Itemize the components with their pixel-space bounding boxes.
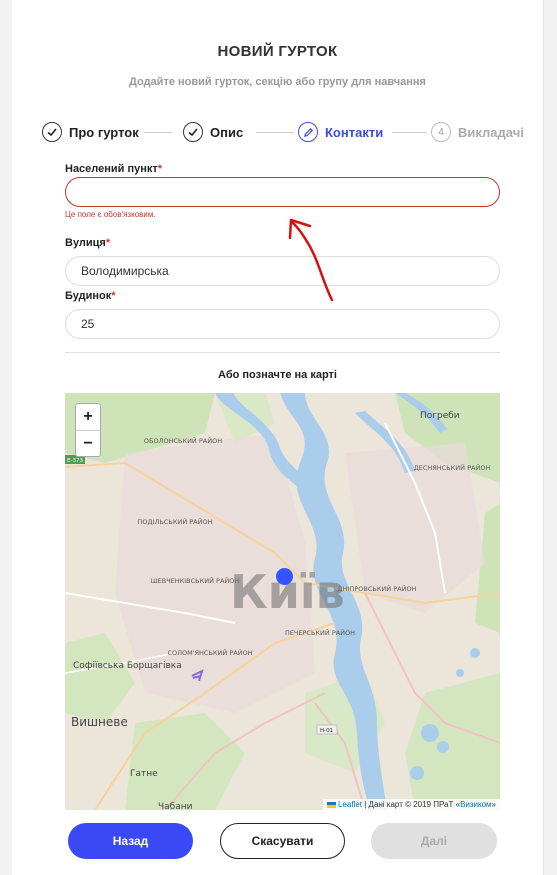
map-caption: Або позначте на карті [218,369,337,381]
step-connector [256,132,294,133]
street-label-text: Вулиця [65,237,106,249]
locality-label-text: Населений пункт [65,163,158,175]
ukraine-flag-icon [326,801,336,808]
map-label-solomyan: СОЛОМ'ЯНСЬКИЙ РАЙОН [167,648,252,657]
map-attribution: Leaflet | Дані карт © 2019 ПРаТ «Визиком… [322,799,500,810]
map-label-dnipro: ДНІПРОВСЬКИЙ РАЙОН [338,584,417,593]
step-label: Викладачі [458,124,524,140]
step-contacts[interactable]: Контакти [298,121,383,143]
building-label-text: Будинок [65,290,112,302]
page-title: НОВИЙ ГУРТОК [217,43,338,60]
map-label-desna: ДЕСНЯНСЬКИЙ РАЙОН [414,463,491,472]
cancel-button[interactable]: Скасувати [220,823,345,859]
map[interactable]: ОБОЛОНСЬКИЙ РАЙОН ПОДІЛЬСЬКИЙ РАЙОН ШЕВЧ… [65,393,500,810]
provider-link[interactable]: Визиком [460,800,491,809]
map-label-pohreby: Погреби [420,411,460,421]
step-label: Про гурток [69,124,139,140]
step-label: Опис [210,124,244,140]
map-marker[interactable] [276,568,293,585]
road-sign-e373: E-373 [67,458,83,464]
step-description[interactable]: Опис [183,121,243,143]
step-connector [144,132,172,133]
map-label-sofiivska: Софіївська Борщагівка [73,661,182,671]
street-input[interactable]: Володимирська [65,256,500,286]
road-sign-n01: Н-01 [320,728,333,734]
attribution-end: » [491,800,496,809]
pencil-icon [298,122,318,142]
map-label-obolon: ОБОЛОНСЬКИЙ РАЙОН [144,436,222,445]
zoom-out-button[interactable]: − [76,430,100,456]
map-label-shevchenko: ШЕВЧЕНКІВСЬКИЙ РАЙОН [151,576,240,585]
street-label: Вулиця* [65,237,110,249]
map-label-chabany: Чабани [158,802,193,810]
attribution-text: | Дані карт © 2019 ПРаТ « [362,800,461,809]
map-label-hatne: Гатне [130,769,158,779]
step-about[interactable]: Про гурток [42,121,139,143]
form-card: НОВИЙ ГУРТОК Додайте новий гурток, секці… [12,0,543,875]
page-subtitle: Додайте новий гурток, секцію або групу д… [129,76,426,88]
step-number: 4 [431,122,451,142]
step-label: Контакти [325,124,384,140]
divider [65,352,500,353]
stepper: Про гурток Опис Контакти 4 Викладачі [42,121,532,143]
check-icon [183,122,203,142]
required-mark: * [157,163,163,175]
back-button[interactable]: Назад [68,823,193,859]
step-connector [392,132,426,133]
building-input[interactable]: 25 [65,309,500,339]
page-right-edge [543,0,557,875]
locality-error: Це поле є обов'язковим. [65,210,156,219]
step-teachers[interactable]: 4 Викладачі [431,121,524,143]
required-mark: * [105,237,111,249]
map-label-pechersk: ПЕЧЕРСЬКИЙ РАЙОН [285,628,355,637]
map-label-vyshneve: Вишневе [71,715,128,729]
map-label-podil: ПОДІЛЬСЬКИЙ РАЙОН [138,517,213,526]
zoom-in-button[interactable]: + [76,404,100,430]
check-icon [42,122,62,142]
required-mark: * [111,290,116,302]
locality-label: Населений пункт* [65,163,162,175]
locality-input[interactable] [65,177,500,207]
zoom-control: + − [75,403,101,457]
next-button[interactable]: Далі [371,823,497,859]
leaflet-link[interactable]: Leaflet [338,800,362,809]
building-label: Будинок* [65,290,116,302]
